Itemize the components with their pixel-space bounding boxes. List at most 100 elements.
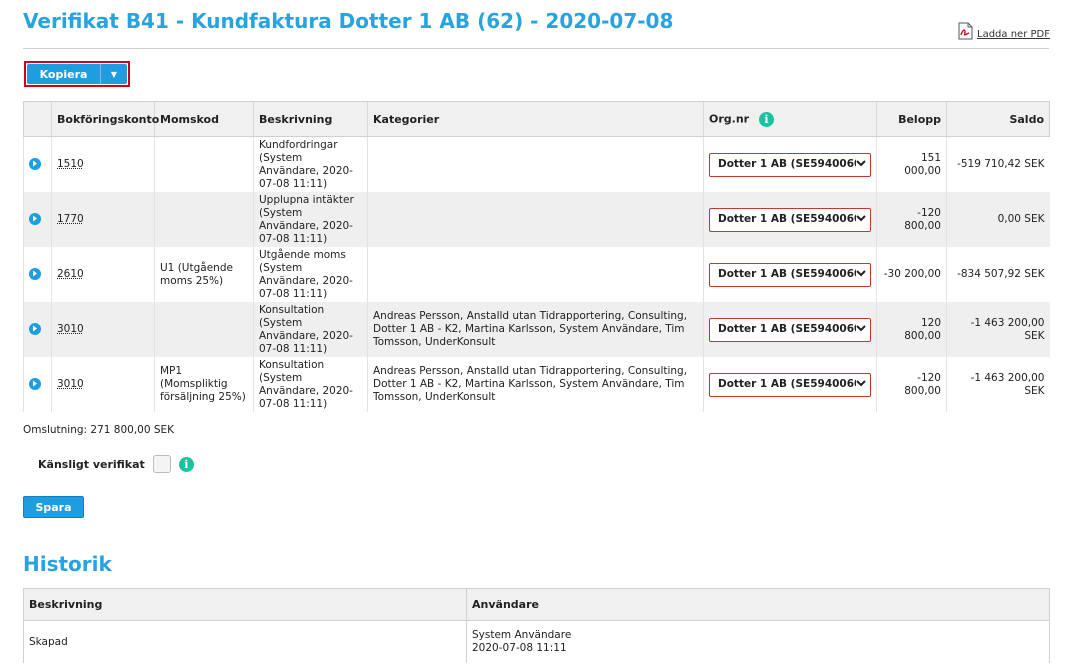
expand-row-icon[interactable] xyxy=(29,377,41,390)
history-table: Beskrivning Användare Skapad System Anvä… xyxy=(23,588,1050,663)
expand-cell xyxy=(23,357,52,412)
balance: -1 463 200,00 SEK xyxy=(946,357,1050,412)
vat-code xyxy=(154,192,254,247)
title-divider xyxy=(23,48,1049,49)
vat-code: MP1 (Momspliktig försäljning 25%) xyxy=(154,357,254,412)
expand-cell xyxy=(23,247,52,302)
chevron-down-icon xyxy=(856,268,866,281)
org-header-label: Org.nr xyxy=(709,112,750,125)
org-select-value: Dotter 1 AB (SE5940060 xyxy=(718,268,856,280)
table-row: 1510 Kundfordringar (System Användare, 20… xyxy=(23,136,1050,192)
categories: Andreas Persson, Anstalld utan Tidrappor… xyxy=(367,357,704,412)
info-icon[interactable]: i xyxy=(178,456,194,472)
history-user-cell: System Användare 2020-07-08 11:11 xyxy=(466,620,1050,663)
table-row: 3010 MP1 (Momspliktig försäljning 25%) Kon… xyxy=(23,357,1050,412)
voucher-table: Bokföringskonto Momskod Beskrivning Kate… xyxy=(23,101,1050,412)
org-cell: Dotter 1 AB (SE5940060 xyxy=(703,302,877,357)
table-row: 3010 Konsultation (System Användare, 2020… xyxy=(23,302,1050,357)
chevron-down-icon xyxy=(856,323,866,336)
balance: -1 463 200,00 SEK xyxy=(946,302,1050,357)
org-select-value: Dotter 1 AB (SE5940060 xyxy=(718,378,856,390)
description: Konsultation (System Användare, 2020-07-… xyxy=(253,357,368,412)
expand-row-icon[interactable] xyxy=(29,267,41,280)
amount: -30 200,00 xyxy=(876,247,947,302)
expand-cell xyxy=(23,192,52,247)
expand-row-icon[interactable] xyxy=(29,322,41,335)
chevron-down-icon xyxy=(856,378,866,391)
account-link[interactable]: 3010 xyxy=(57,378,84,390)
amount: -120 800,00 xyxy=(876,357,947,412)
page-title: Verifikat B41 - Kundfaktura Dotter 1 AB … xyxy=(23,9,674,33)
table-row: 2610 U1 (Utgående moms 25%) Utgående moms … xyxy=(23,247,1050,302)
org-select-value: Dotter 1 AB (SE5940060 xyxy=(718,323,856,335)
org-select[interactable]: Dotter 1 AB (SE5940060 xyxy=(709,152,871,177)
amount: -120 800,00 xyxy=(876,192,947,247)
copy-menu-toggle[interactable]: ▼ xyxy=(100,64,127,84)
categories xyxy=(367,192,704,247)
org-cell: Dotter 1 AB (SE5940060 xyxy=(703,247,877,302)
description: Utgående moms (System Användare, 2020-07… xyxy=(253,247,368,302)
chevron-down-icon xyxy=(856,158,866,171)
history-header-description: Beskrivning xyxy=(23,588,467,621)
table-header-row: Bokföringskonto Momskod Beskrivning Kate… xyxy=(23,101,1050,137)
history-title: Historik xyxy=(23,552,112,576)
description: Konsultation (System Användare, 2020-07-… xyxy=(253,302,368,357)
table-row: 1770 Upplupna intäkter (System Användare,… xyxy=(23,192,1050,247)
account-cell: 3010 xyxy=(51,302,155,357)
account-cell: 1510 xyxy=(51,136,155,192)
save-button[interactable]: Spara xyxy=(23,496,84,518)
balance: -834 507,92 SEK xyxy=(946,247,1050,302)
column-header-categories[interactable]: Kategorier xyxy=(367,101,704,137)
org-select-value: Dotter 1 AB (SE5940060 xyxy=(718,213,856,225)
info-icon[interactable]: i xyxy=(758,111,774,127)
sensitive-voucher-label: Känsligt verifikat xyxy=(38,457,145,471)
caret-down-icon: ▼ xyxy=(110,69,118,79)
history-header-row: Beskrivning Användare xyxy=(23,588,1050,621)
history-header-user: Användare xyxy=(466,588,1050,621)
sensitive-voucher-checkbox[interactable] xyxy=(152,455,171,473)
chevron-down-icon xyxy=(856,213,866,226)
vat-code xyxy=(154,136,254,192)
org-cell: Dotter 1 AB (SE5940060 xyxy=(703,136,877,192)
column-header-account[interactable]: Bokföringskonto xyxy=(51,101,159,137)
description: Upplupna intäkter (System Användare, 202… xyxy=(253,192,368,247)
copy-button[interactable]: Kopiera xyxy=(27,64,100,84)
column-header-org[interactable]: Org.nr i xyxy=(703,101,877,137)
account-link[interactable]: 2610 xyxy=(57,268,84,280)
expand-column-header xyxy=(23,101,52,137)
amount: 120 800,00 xyxy=(876,302,947,357)
sensitive-voucher-field: Känsligt verifikat i xyxy=(38,455,194,473)
account-link[interactable]: 1770 xyxy=(57,213,84,225)
org-cell: Dotter 1 AB (SE5940060 xyxy=(703,192,877,247)
download-pdf-label[interactable]: Ladda ner PDF xyxy=(977,29,1050,40)
expand-row-icon[interactable] xyxy=(29,157,41,170)
account-cell: 3010 xyxy=(51,357,155,412)
pdf-file-icon xyxy=(958,22,973,40)
org-select[interactable]: Dotter 1 AB (SE5940060 xyxy=(709,262,871,287)
categories xyxy=(367,136,704,192)
history-date: 2020-07-08 11:11 xyxy=(472,642,567,654)
history-user: System Användare xyxy=(472,629,572,641)
categories xyxy=(367,247,704,302)
org-cell: Dotter 1 AB (SE5940060 xyxy=(703,357,877,412)
column-header-description[interactable]: Beskrivning xyxy=(253,101,368,137)
column-header-vat[interactable]: Momskod xyxy=(154,101,254,137)
column-header-balance[interactable]: Saldo xyxy=(946,101,1050,137)
account-link[interactable]: 3010 xyxy=(57,323,84,335)
copy-split-button: Kopiera ▼ xyxy=(24,61,130,87)
account-cell: 1770 xyxy=(51,192,155,247)
turnover-summary: Omslutning: 271 800,00 SEK xyxy=(23,424,175,436)
org-select[interactable]: Dotter 1 AB (SE5940060 xyxy=(709,207,871,232)
org-select-value: Dotter 1 AB (SE5940060 xyxy=(718,158,856,170)
account-link[interactable]: 1510 xyxy=(57,158,84,170)
org-select[interactable]: Dotter 1 AB (SE5940060 xyxy=(709,317,871,342)
expand-cell xyxy=(23,302,52,357)
org-select[interactable]: Dotter 1 AB (SE5940060 xyxy=(709,372,871,397)
vat-code xyxy=(154,302,254,357)
expand-row-icon[interactable] xyxy=(29,212,41,225)
column-header-amount[interactable]: Belopp xyxy=(876,101,947,137)
download-pdf-link[interactable]: Ladda ner PDF xyxy=(958,22,1050,40)
history-row: Skapad System Användare 2020-07-08 11:11 xyxy=(23,620,1050,663)
balance: 0,00 SEK xyxy=(946,192,1050,247)
description: Kundfordringar (System Användare, 2020-0… xyxy=(253,136,368,192)
